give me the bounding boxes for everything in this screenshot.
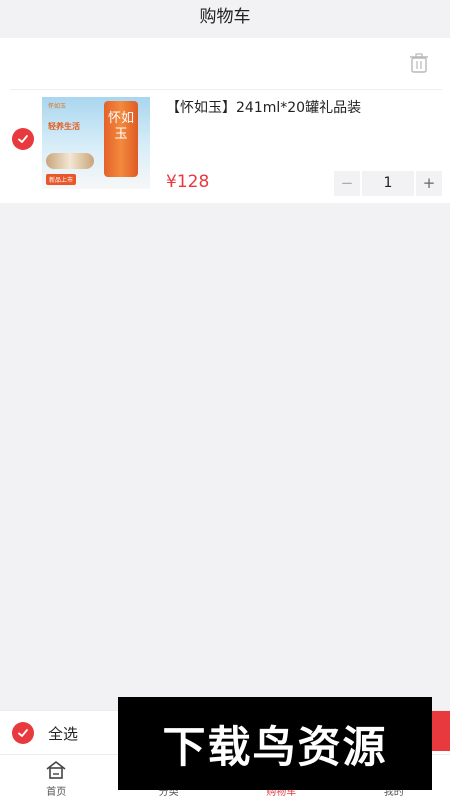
tab-label: 首页 [46,787,67,798]
home-icon [46,761,66,779]
drink-can-image: 怀如玉 [104,101,138,177]
quantity-field[interactable]: 1 [362,171,414,196]
trash-icon[interactable] [408,52,430,74]
checkmark-icon [18,135,28,143]
tab-home[interactable]: 首页 [0,755,113,800]
item-select-checkbox[interactable] [12,128,34,150]
product-thumbnail[interactable]: 怀如玉 轻养生活 怀如玉 新品上市 [42,97,150,189]
new-product-badge: 新品上市 [46,174,77,185]
quantity-stepper: − 1 + [334,171,442,196]
select-all-checkbox[interactable] [12,722,34,744]
product-title[interactable]: 【怀如玉】241ml*20罐礼品装 [166,97,361,117]
thumbnail-brand: 怀如玉 [48,103,67,110]
can-label: 怀如玉 [107,111,134,142]
page-title: 购物车 [0,0,450,37]
decrease-quantity-button[interactable]: − [334,171,360,196]
checkmark-icon [18,729,28,737]
divider [10,89,442,90]
product-price: ¥128 [166,172,210,192]
thumbnail-slogan: 轻养生活 [48,122,80,131]
watermark-logo: 下载鸟资源 [118,697,432,790]
increase-quantity-button[interactable]: + [416,171,442,196]
yam-image [46,153,94,169]
select-all-label[interactable]: 全选 [48,723,78,744]
